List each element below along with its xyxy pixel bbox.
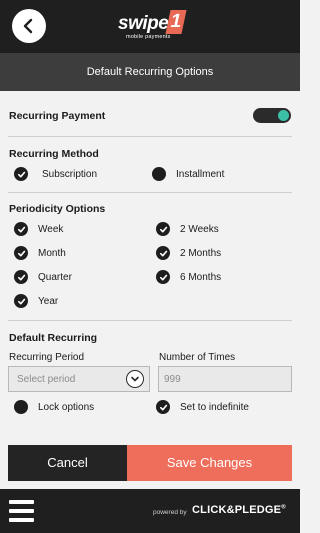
checkmark-icon — [14, 270, 28, 284]
method-subscription-option[interactable]: Subscription — [14, 167, 97, 181]
powered-by-text: powered by — [153, 509, 187, 516]
checkbox-unchecked-icon — [14, 400, 28, 414]
toggle-knob — [278, 110, 289, 121]
back-button[interactable] — [12, 9, 46, 43]
swiper-logo: swiper 1 mobile payments — [118, 10, 188, 44]
divider — [8, 136, 292, 137]
recurring-period-select[interactable]: Select period — [8, 366, 150, 392]
period-6months-option[interactable]: 6 Months — [156, 270, 221, 284]
chevron-left-icon — [23, 18, 33, 34]
logo-subtitle: mobile payments — [126, 34, 171, 40]
option-label: Quarter — [38, 271, 72, 283]
option-label: Week — [38, 223, 64, 235]
recurring-payment-label: Recurring Payment — [9, 110, 106, 122]
lock-options-checkbox[interactable]: Lock options — [14, 400, 94, 414]
bottom-bar: powered by CLICK&PLEDGE® — [0, 489, 300, 533]
option-label: Lock options — [38, 401, 95, 413]
hamburger-menu-icon[interactable] — [9, 500, 34, 522]
logo-number: 1 — [165, 10, 187, 34]
input-placeholder: 999 — [164, 374, 181, 385]
cancel-button[interactable]: Cancel — [8, 445, 127, 481]
checkmark-icon — [14, 167, 28, 181]
option-label: Subscription — [42, 168, 98, 180]
period-month-option[interactable]: Month — [14, 246, 66, 260]
method-installment-option[interactable]: Installment — [152, 167, 224, 181]
option-label: 2 Months — [180, 247, 222, 259]
recurring-payment-toggle[interactable] — [253, 108, 291, 123]
checkmark-icon — [14, 294, 28, 308]
checkmark-icon — [156, 222, 170, 236]
option-label: Month — [38, 247, 66, 259]
number-of-times-label: Number of Times — [159, 352, 236, 363]
period-2weeks-option[interactable]: 2 Weeks — [156, 222, 219, 236]
checkmark-icon — [156, 270, 170, 284]
select-placeholder: Select period — [17, 374, 76, 385]
set-indefinite-checkbox[interactable]: Set to indefinite — [156, 400, 249, 414]
radio-unchecked-icon — [152, 167, 166, 181]
clickandpledge-logo: CLICK&PLEDGE® — [192, 504, 286, 516]
period-year-option[interactable]: Year — [14, 294, 58, 308]
checkmark-icon — [156, 400, 170, 414]
top-bar: swiper 1 mobile payments — [0, 0, 300, 53]
checkmark-icon — [14, 246, 28, 260]
checkmark-icon — [14, 222, 28, 236]
page-title: Default Recurring Options — [0, 53, 300, 91]
option-label: 2 Weeks — [180, 223, 219, 235]
brand-name: CLICK&PLEDGE — [192, 504, 282, 516]
period-quarter-option[interactable]: Quarter — [14, 270, 72, 284]
divider — [8, 192, 292, 193]
chevron-down-icon — [126, 370, 144, 388]
option-label: 6 Months — [180, 271, 222, 283]
recurring-period-label: Recurring Period — [9, 352, 85, 363]
periodicity-title: Periodicity Options — [9, 203, 106, 215]
brand-mark: ® — [281, 504, 286, 511]
recurring-method-title: Recurring Method — [9, 148, 99, 160]
option-label: Set to indefinite — [180, 401, 249, 413]
option-label: Year — [38, 295, 59, 307]
option-label: Installment — [176, 168, 225, 180]
save-changes-button[interactable]: Save Changes — [127, 445, 292, 481]
period-week-option[interactable]: Week — [14, 222, 63, 236]
default-recurring-title: Default Recurring — [9, 332, 98, 344]
divider — [8, 320, 292, 321]
period-2months-option[interactable]: 2 Months — [156, 246, 221, 260]
checkmark-icon — [156, 246, 170, 260]
number-of-times-input[interactable]: 999 — [158, 366, 292, 392]
